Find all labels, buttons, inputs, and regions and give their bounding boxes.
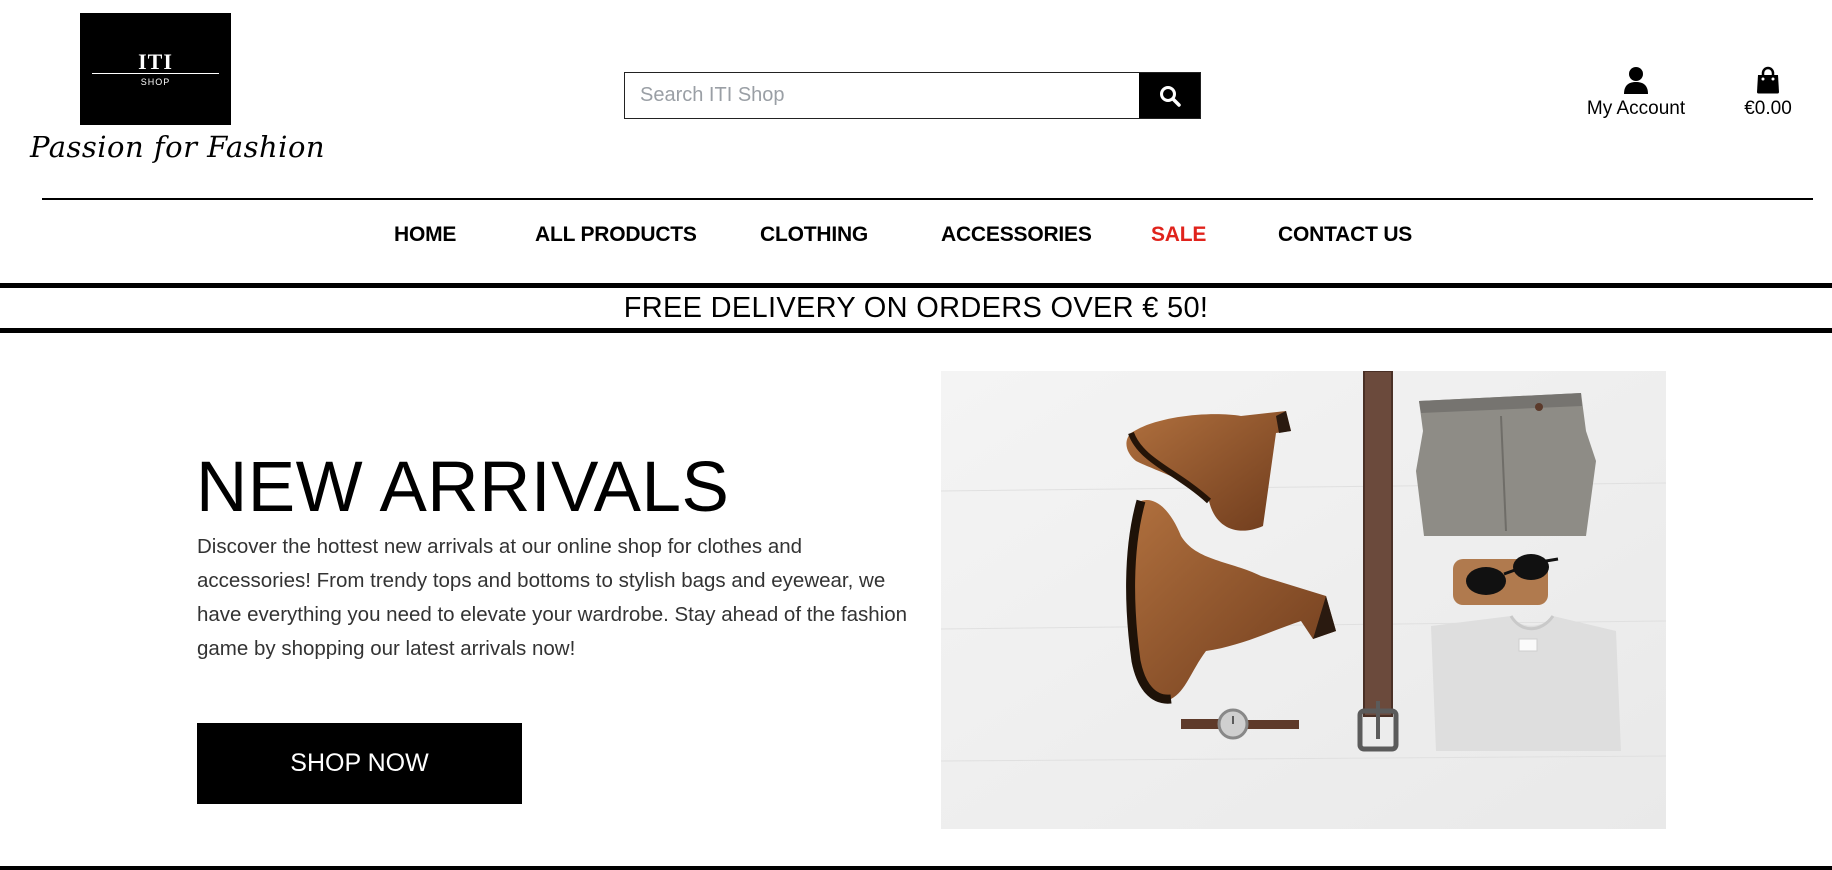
delivery-banner-text: FREE DELIVERY ON ORDERS OVER € 50! — [623, 291, 1209, 324]
footer-divider — [0, 866, 1832, 870]
tagline: Passion for Fashion — [30, 130, 326, 164]
user-icon — [1624, 67, 1648, 94]
my-account-link[interactable]: My Account — [1576, 66, 1696, 120]
search-form — [624, 72, 1201, 119]
logo-divider — [92, 73, 219, 74]
nav-accessories[interactable]: ACCESSORIES — [941, 223, 1092, 247]
search-button[interactable] — [1139, 73, 1200, 118]
trousers — [1416, 393, 1596, 536]
t-shirt — [1431, 615, 1621, 751]
shop-logo[interactable]: ITI SHOP — [80, 13, 231, 125]
main-nav: HOME ALL PRODUCTS CLOTHING ACCESSORIES S… — [0, 223, 1832, 253]
hero-description: Discover the hottest new arrivals at our… — [197, 535, 908, 660]
belt — [1357, 371, 1399, 752]
hero-image — [941, 371, 1666, 829]
nav-home[interactable]: HOME — [394, 223, 456, 247]
nav-clothing[interactable]: CLOTHING — [760, 223, 868, 247]
nav-all-products[interactable]: ALL PRODUCTS — [535, 223, 697, 247]
shop-now-button[interactable]: SHOP NOW — [197, 723, 522, 804]
search-icon — [1159, 85, 1181, 107]
cart-link[interactable]: €0.00 — [1736, 66, 1800, 120]
nav-sale[interactable]: SALE — [1151, 223, 1206, 247]
search-input[interactable] — [625, 73, 1139, 118]
nav-contact-us[interactable]: CONTACT US — [1278, 223, 1412, 247]
cart-total: €0.00 — [1744, 98, 1792, 119]
logo-name: ITI — [138, 49, 173, 74]
hero-title: NEW ARRIVALS — [196, 448, 730, 527]
logo-subtitle: SHOP — [140, 77, 171, 87]
my-account-label: My Account — [1586, 98, 1686, 119]
sunglasses — [1453, 554, 1559, 605]
shopping-bag-icon — [1757, 66, 1779, 94]
delivery-banner: FREE DELIVERY ON ORDERS OVER € 50! — [0, 283, 1832, 333]
header-divider — [42, 198, 1813, 200]
